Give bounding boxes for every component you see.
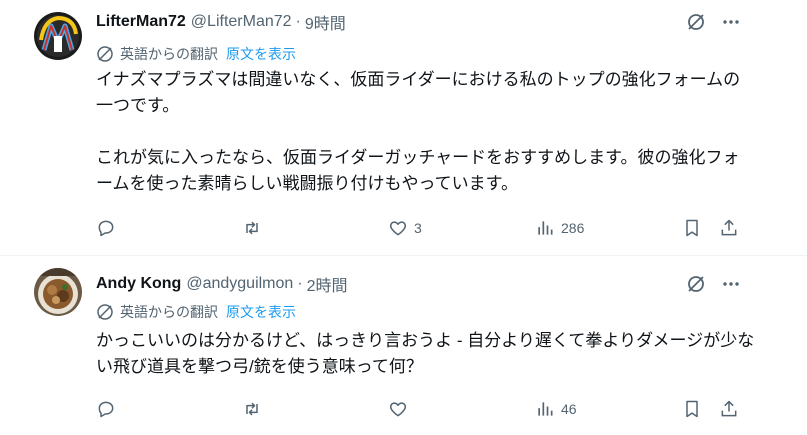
repost-icon bbox=[246, 221, 258, 235]
post-time[interactable]: 2時間 bbox=[307, 272, 348, 296]
translation-bar: 英語からの翻訳 原文を表示 bbox=[96, 302, 296, 322]
post-text: かっこいいのは分かるけど、はっきり言おうよ - 自分より遅くて拳よりダメージが少… bbox=[96, 328, 756, 380]
avatar[interactable] bbox=[34, 268, 82, 316]
separator-dot: · bbox=[297, 275, 303, 292]
like-icon bbox=[389, 221, 407, 236]
reply-icon bbox=[98, 401, 114, 418]
reply-button[interactable] bbox=[96, 216, 116, 240]
avatar[interactable] bbox=[34, 12, 82, 60]
translate-icon bbox=[96, 45, 114, 63]
grok-icon[interactable] bbox=[685, 11, 707, 33]
bookmark-button[interactable] bbox=[682, 216, 702, 240]
views-button[interactable]: 286 bbox=[535, 216, 584, 240]
repost-button[interactable] bbox=[242, 397, 262, 421]
bookmark-button[interactable] bbox=[682, 397, 702, 421]
reply-icon bbox=[98, 220, 114, 237]
user-handle[interactable]: @andyguilmon bbox=[186, 275, 293, 293]
views-button[interactable]: 46 bbox=[535, 397, 577, 421]
share-button[interactable] bbox=[719, 216, 739, 240]
show-original-link[interactable]: 原文を表示 bbox=[226, 44, 296, 64]
share-icon bbox=[721, 219, 737, 236]
translation-bar: 英語からの翻訳 原文を表示 bbox=[96, 44, 296, 64]
view-count: 286 bbox=[561, 220, 585, 236]
post-text: イナズマプラズマは間違いなく、仮面ライダーにおける私のトップの強化フォームの一つ… bbox=[96, 67, 756, 197]
more-icon[interactable] bbox=[720, 11, 742, 33]
views-icon bbox=[538, 402, 553, 416]
action-bar: 3 286 bbox=[96, 216, 756, 240]
display-name[interactable]: LifterMan72 bbox=[96, 13, 186, 31]
views-icon bbox=[538, 221, 553, 235]
more-icon[interactable] bbox=[720, 273, 742, 295]
user-handle[interactable]: @LifterMan72 bbox=[191, 13, 292, 31]
post-paragraph: イナズマプラズマは間違いなく、仮面ライダーにおける私のトップの強化フォームの一つ… bbox=[96, 70, 741, 115]
show-original-link[interactable]: 原文を表示 bbox=[226, 302, 296, 322]
repost-icon bbox=[246, 402, 258, 416]
post-header: Andy Kong @andyguilmon · 2時間 bbox=[96, 273, 348, 295]
post-paragraph: かっこいいのは分かるけど、はっきり言おうよ - 自分より遅くて拳よりダメージが少… bbox=[96, 331, 755, 376]
translation-label: 英語からの翻訳 bbox=[120, 46, 218, 62]
reply-button[interactable] bbox=[96, 397, 116, 421]
separator-dot: · bbox=[295, 13, 301, 30]
share-button[interactable] bbox=[719, 397, 739, 421]
bookmark-icon bbox=[686, 400, 698, 418]
post-liftermann72[interactable]: LifterMan72 @LifterMan72 · 9時間 英語からの翻訳 原… bbox=[0, 0, 807, 256]
post-time[interactable]: 9時間 bbox=[305, 10, 346, 34]
repost-button[interactable] bbox=[242, 216, 262, 240]
post-paragraph: これが気に入ったなら、仮面ライダーガッチャードをおすすめします。彼の強化フォーム… bbox=[96, 148, 740, 193]
like-button[interactable]: 3 bbox=[388, 216, 422, 240]
share-icon bbox=[721, 400, 737, 417]
like-icon bbox=[389, 402, 407, 417]
display-name[interactable]: Andy Kong bbox=[96, 275, 181, 293]
view-count: 46 bbox=[561, 401, 577, 417]
post-andykong[interactable]: Andy Kong @andyguilmon · 2時間 英語からの翻訳 原文を… bbox=[0, 256, 807, 435]
bookmark-icon bbox=[686, 219, 698, 237]
like-button[interactable] bbox=[388, 397, 408, 421]
like-count: 3 bbox=[414, 220, 422, 236]
post-header: LifterMan72 @LifterMan72 · 9時間 bbox=[96, 11, 346, 33]
translation-label: 英語からの翻訳 bbox=[120, 304, 218, 320]
action-bar: 46 bbox=[96, 397, 756, 421]
translate-icon bbox=[96, 303, 114, 321]
grok-icon[interactable] bbox=[685, 273, 707, 295]
